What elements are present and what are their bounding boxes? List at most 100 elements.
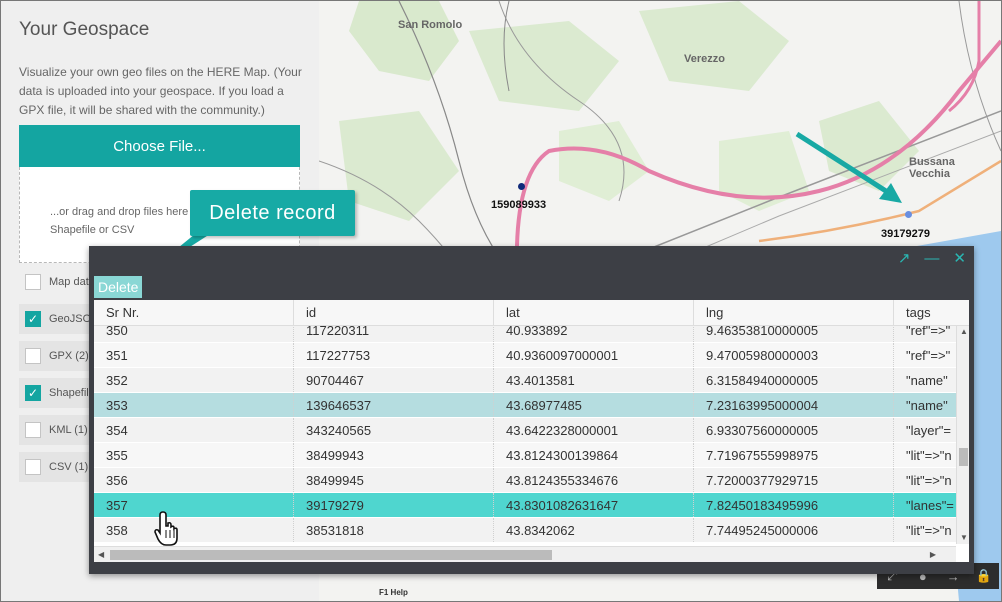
- column-header-lng[interactable]: lng: [694, 300, 894, 325]
- cell-tags: "name": [906, 398, 948, 413]
- cell-lat: 43.4013581: [494, 368, 694, 392]
- map-marker[interactable]: [518, 183, 525, 190]
- column-header-tags[interactable]: tags: [894, 300, 969, 325]
- cell-lng: 7.74495245000006: [694, 518, 894, 542]
- scroll-up-icon[interactable]: ▲: [960, 324, 968, 340]
- cell-tags: "lit"=>"n: [906, 523, 952, 538]
- sidebar-description: Visualize your own geo files on the HERE…: [19, 65, 302, 117]
- help-hint[interactable]: F1 Help: [379, 588, 408, 597]
- horizontal-scrollbar[interactable]: ◀ ▶: [94, 546, 956, 562]
- cell-tags: "lit"=>"n: [906, 448, 952, 463]
- scroll-down-icon[interactable]: ▼: [960, 530, 968, 546]
- cell-lat: 43.8342062: [494, 518, 694, 542]
- window-controls: ↗ — ✕: [898, 250, 966, 268]
- cell-id: 139646537: [294, 393, 494, 417]
- cell-lng: 7.82450183495996: [694, 493, 894, 517]
- expand-icon[interactable]: ↗: [898, 250, 911, 268]
- table-row[interactable]: 353 139646537 43.68977485 7.23163995000004 "…: [94, 393, 956, 418]
- cell-lat: 40.9360097000001: [494, 343, 694, 367]
- table-row[interactable]: 350 117220311 40.933892 9.46353810000005 "re…: [94, 326, 956, 343]
- cell-sr: 354: [94, 418, 294, 442]
- layer-label: CSV (1): [49, 461, 89, 473]
- cell-lat: 43.8301082631647: [494, 493, 694, 517]
- scroll-left-icon[interactable]: ◀: [98, 547, 104, 562]
- cell-lng: 9.46353810000005: [694, 326, 894, 342]
- cell-tags: "lit"=>"n: [906, 473, 952, 488]
- choose-file-button[interactable]: Choose File...: [19, 125, 300, 167]
- lock-icon[interactable]: 🔒: [974, 568, 994, 584]
- delete-record-callout: Delete record: [190, 190, 355, 236]
- records-grid: Sr Nr. id lat lng tags 350 117220311 40.93…: [94, 300, 969, 562]
- grid-header: Sr Nr. id lat lng tags: [94, 300, 969, 326]
- cell-id: 38499945: [294, 468, 494, 492]
- cell-lat: 43.8124355334676: [494, 468, 694, 492]
- table-row[interactable]: 355 38499943 43.8124300139864 7.71967555998…: [94, 443, 956, 468]
- column-header-id[interactable]: id: [294, 300, 494, 325]
- marker-label: 39179279: [881, 228, 930, 240]
- cell-tags: "layer"=: [906, 423, 951, 438]
- column-header-sr[interactable]: Sr Nr.: [94, 300, 294, 325]
- scroll-thumb[interactable]: [959, 448, 968, 466]
- sidebar-title: Your Geospace: [19, 19, 150, 40]
- cell-sr: 355: [94, 443, 294, 467]
- cell-tags: "lanes"=: [906, 498, 954, 513]
- cell-id: 117227753: [294, 343, 494, 367]
- cell-sr: 358: [94, 518, 294, 542]
- cell-id: 117220311: [294, 326, 494, 342]
- cell-lng: 7.72000377929715: [694, 468, 894, 492]
- cell-id: 343240565: [294, 418, 494, 442]
- cell-lat: 40.933892: [494, 326, 694, 342]
- scroll-thumb[interactable]: [110, 550, 552, 560]
- place-label: San Romolo: [398, 19, 463, 31]
- layer-label: Shapefile: [49, 387, 95, 399]
- close-icon[interactable]: ✕: [953, 250, 966, 268]
- cell-sr: 352: [94, 368, 294, 392]
- map-marker[interactable]: [905, 211, 912, 218]
- column-header-lat[interactable]: lat: [494, 300, 694, 325]
- grid-rows: 350 117220311 40.933892 9.46353810000005 "re…: [94, 326, 956, 543]
- cell-lat: 43.8124300139864: [494, 443, 694, 467]
- table-row[interactable]: 357 39179279 43.8301082631647 7.82450183495…: [94, 493, 956, 518]
- cell-id: 90704467: [294, 368, 494, 392]
- checkbox[interactable]: [25, 422, 41, 438]
- checkbox[interactable]: [25, 274, 41, 290]
- cell-sr: 357: [94, 493, 294, 517]
- cell-lat: 43.68977485: [494, 393, 694, 417]
- cell-tags: "name": [906, 373, 948, 388]
- layer-label: KML (1): [49, 424, 88, 436]
- cell-sr: 351: [94, 343, 294, 367]
- scroll-right-icon[interactable]: ▶: [930, 547, 936, 562]
- cell-sr: 353: [94, 393, 294, 417]
- checkbox[interactable]: [25, 348, 41, 364]
- cell-lng: 6.93307560000005: [694, 418, 894, 442]
- place-label: Bussana Vecchia: [909, 156, 955, 180]
- vertical-scrollbar[interactable]: ▲ ▼: [956, 326, 969, 544]
- cell-lng: 9.47005980000003: [694, 343, 894, 367]
- cell-sr: 350: [94, 326, 294, 342]
- table-row[interactable]: 358 38531818 43.8342062 7.74495245000006 "li…: [94, 518, 956, 543]
- cell-tags: "ref"=>": [906, 326, 951, 338]
- table-row[interactable]: 351 117227753 40.9360097000001 9.4700598000…: [94, 343, 956, 368]
- cell-id: 38531818: [294, 518, 494, 542]
- layer-label: Map data: [49, 276, 95, 288]
- cell-tags: "ref"=>": [906, 348, 951, 363]
- cell-lng: 7.71967555998975: [694, 443, 894, 467]
- cell-sr: 356: [94, 468, 294, 492]
- table-row[interactable]: 354 343240565 43.6422328000001 6.9330756000…: [94, 418, 956, 443]
- table-row[interactable]: 352 90704467 43.4013581 6.31584940000005 "na…: [94, 368, 956, 393]
- cell-id: 39179279: [294, 493, 494, 517]
- cell-lat: 43.6422328000001: [494, 418, 694, 442]
- checkbox-checked[interactable]: ✓: [25, 311, 41, 327]
- checkbox[interactable]: [25, 459, 41, 475]
- delete-button[interactable]: Delete: [94, 276, 143, 298]
- data-table-window: ↗ — ✕ Delete Sr Nr. id lat lng tags 350 1…: [89, 246, 974, 574]
- hand-cursor-icon: [154, 511, 178, 546]
- place-label: Verezzo: [684, 53, 725, 65]
- grid-body: 350 117220311 40.933892 9.46353810000005 "re…: [94, 326, 956, 544]
- marker-label: 159089933: [491, 199, 547, 211]
- cell-lng: 7.23163995000004: [694, 393, 894, 417]
- minimize-icon[interactable]: —: [924, 250, 939, 268]
- table-row[interactable]: 356 38499945 43.8124355334676 7.72000377929…: [94, 468, 956, 493]
- layer-label: GPX (2): [49, 350, 89, 362]
- checkbox-checked[interactable]: ✓: [25, 385, 41, 401]
